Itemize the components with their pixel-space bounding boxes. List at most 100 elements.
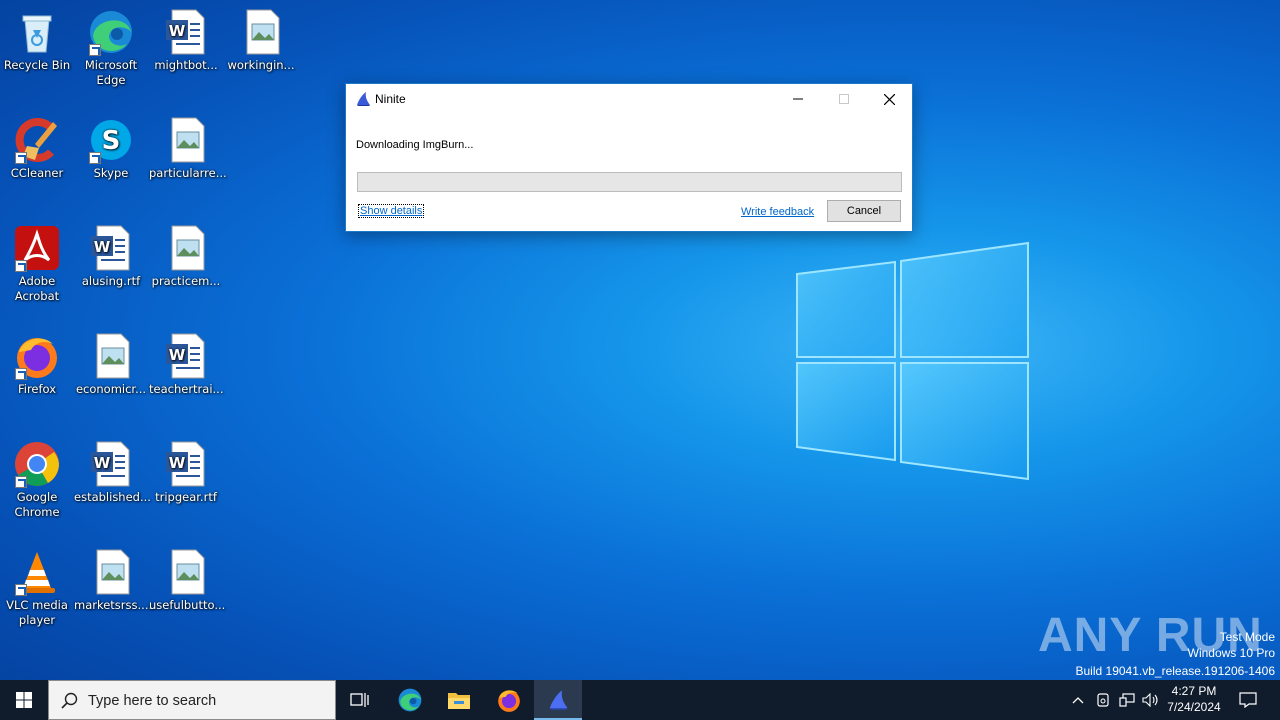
word-doc-icon: W: [162, 440, 210, 488]
icon-label: particularre...: [149, 166, 227, 180]
windows-start-icon: [16, 692, 32, 708]
edge-icon: [398, 688, 422, 712]
recycle-bin-icon: [13, 8, 61, 56]
icon-label: Microsoft Edge: [84, 58, 138, 87]
icon-label: workingin...: [227, 58, 295, 72]
download-status-text: Downloading ImgBurn...: [356, 139, 474, 151]
image-file-icon: [162, 116, 210, 164]
icon-label: VLC media player: [6, 598, 68, 627]
taskbar-edge-button[interactable]: [386, 680, 434, 720]
taskbar: Type here to search 4:27 PM 7/24/2024: [0, 680, 1280, 720]
desktop-icon-firefox[interactable]: Firefox: [0, 332, 74, 397]
shortcut-arrow-icon: [15, 152, 27, 164]
ninite-icon: [357, 92, 370, 106]
icon-label: Skype: [93, 166, 129, 180]
taskbar-firefox-button[interactable]: [485, 680, 533, 720]
task-view-button[interactable]: [336, 680, 384, 720]
word-doc-icon: W: [87, 224, 135, 272]
icon-label: established...: [74, 490, 151, 504]
tray-device-icon-button[interactable]: [1092, 680, 1114, 720]
shortcut-arrow-icon: [15, 584, 27, 596]
desktop-icon-microsoft-edge[interactable]: Microsoft Edge: [74, 8, 148, 88]
desktop-icon-recycle-bin[interactable]: Recycle Bin: [0, 8, 74, 73]
desktop-icon-marketsrss[interactable]: marketsrss....: [74, 548, 153, 613]
image-file-icon: [87, 332, 135, 380]
download-progress-bar: [357, 172, 902, 192]
chrome-icon: [13, 440, 61, 488]
chevron-up-icon: [1072, 697, 1084, 704]
task-view-icon: [350, 693, 369, 707]
vlc-icon: [13, 548, 61, 596]
desktop-icon-skype[interactable]: S Skype: [74, 116, 148, 181]
shortcut-arrow-icon: [89, 152, 101, 164]
icon-label: teachertrai...: [149, 382, 224, 396]
image-file-icon: [87, 548, 135, 596]
desktop-icon-usefulbutto[interactable]: usefulbutto...: [149, 548, 226, 613]
word-doc-icon: W: [162, 8, 210, 56]
icon-label: usefulbutto...: [149, 598, 226, 612]
desktop-icon-vlc[interactable]: VLC media player: [0, 548, 74, 628]
desktop-icon-alusing-rtf[interactable]: W alusing.rtf: [74, 224, 148, 289]
minimize-icon: [793, 98, 803, 100]
desktop-icon-established[interactable]: W established...: [74, 440, 151, 505]
desktop-icon-workingin[interactable]: workingin...: [224, 8, 298, 73]
build-info-text: Build 19041.vb_release.191206-1406: [1075, 664, 1276, 678]
firefox-icon: [498, 690, 520, 712]
desktop-icon-practicem[interactable]: practicem...: [149, 224, 223, 289]
svg-text:S: S: [102, 126, 121, 156]
show-details-link[interactable]: Show details: [357, 204, 425, 218]
shortcut-arrow-icon: [15, 368, 27, 380]
cancel-button[interactable]: Cancel: [827, 200, 901, 222]
icon-label: economicr...: [75, 382, 147, 396]
minimize-button[interactable]: [775, 84, 821, 114]
volume-button[interactable]: [1140, 680, 1162, 720]
icon-label: Google Chrome: [14, 490, 60, 519]
taskbar-ninite-button[interactable]: [534, 680, 582, 720]
icon-label: Adobe Acrobat: [14, 274, 60, 303]
shortcut-arrow-icon: [15, 476, 27, 488]
clock-time: 4:27 PM: [1171, 684, 1217, 698]
maximize-icon: [839, 94, 849, 104]
notification-icon: [1239, 692, 1257, 708]
desktop-icon-particularre[interactable]: particularre...: [149, 116, 227, 181]
desktop-icon-teachertrai[interactable]: W teachertrai...: [149, 332, 224, 397]
ninite-dialog: Ninite Downloading ImgBurn... Show detai…: [345, 83, 913, 232]
dialog-titlebar[interactable]: Ninite: [346, 84, 912, 114]
volume-icon: [1142, 693, 1158, 707]
clock-date: 7/24/2024: [1167, 700, 1221, 714]
svg-text:W: W: [169, 22, 186, 40]
ninite-icon: [549, 690, 568, 710]
icon-label: Firefox: [17, 382, 57, 396]
taskbar-search-box[interactable]: Type here to search: [48, 680, 336, 720]
ccleaner-icon: [13, 116, 61, 164]
file-explorer-icon: [448, 693, 470, 709]
desktop-icon-adobe-acrobat[interactable]: Adobe Acrobat: [0, 224, 74, 304]
desktop-icon-google-chrome[interactable]: Google Chrome: [0, 440, 74, 520]
acrobat-icon: [13, 224, 61, 272]
firefox-icon: [13, 332, 61, 380]
word-doc-icon: W: [162, 332, 210, 380]
taskbar-file-explorer-button[interactable]: [435, 680, 483, 720]
close-button[interactable]: [866, 84, 912, 114]
network-icon: [1119, 693, 1135, 707]
start-button[interactable]: [0, 680, 48, 720]
taskbar-clock[interactable]: 4:27 PM 7/24/2024: [1162, 683, 1226, 715]
network-button[interactable]: [1116, 680, 1138, 720]
icon-label: alusing.rtf: [81, 274, 141, 288]
show-hidden-icons-button[interactable]: [1068, 680, 1088, 720]
shortcut-arrow-icon: [89, 44, 101, 56]
write-feedback-link[interactable]: Write feedback: [741, 206, 814, 218]
skype-icon: S: [87, 116, 135, 164]
search-icon: [61, 692, 78, 709]
desktop-icon-ccleaner[interactable]: CCleaner: [0, 116, 74, 181]
desktop-icon-mightbot[interactable]: W mightbot...: [149, 8, 223, 73]
svg-text:W: W: [94, 238, 111, 256]
desktop-icon-economicr[interactable]: economicr...: [74, 332, 148, 397]
windows-edition-text: Windows 10 Pro: [1187, 646, 1275, 660]
shortcut-arrow-icon: [15, 260, 27, 272]
icon-label: marketsrss....: [74, 598, 153, 612]
desktop-icon-tripgear-rtf[interactable]: W tripgear.rtf: [149, 440, 223, 505]
maximize-button[interactable]: [821, 84, 867, 114]
action-center-button[interactable]: [1232, 680, 1264, 720]
close-icon: [883, 93, 895, 105]
